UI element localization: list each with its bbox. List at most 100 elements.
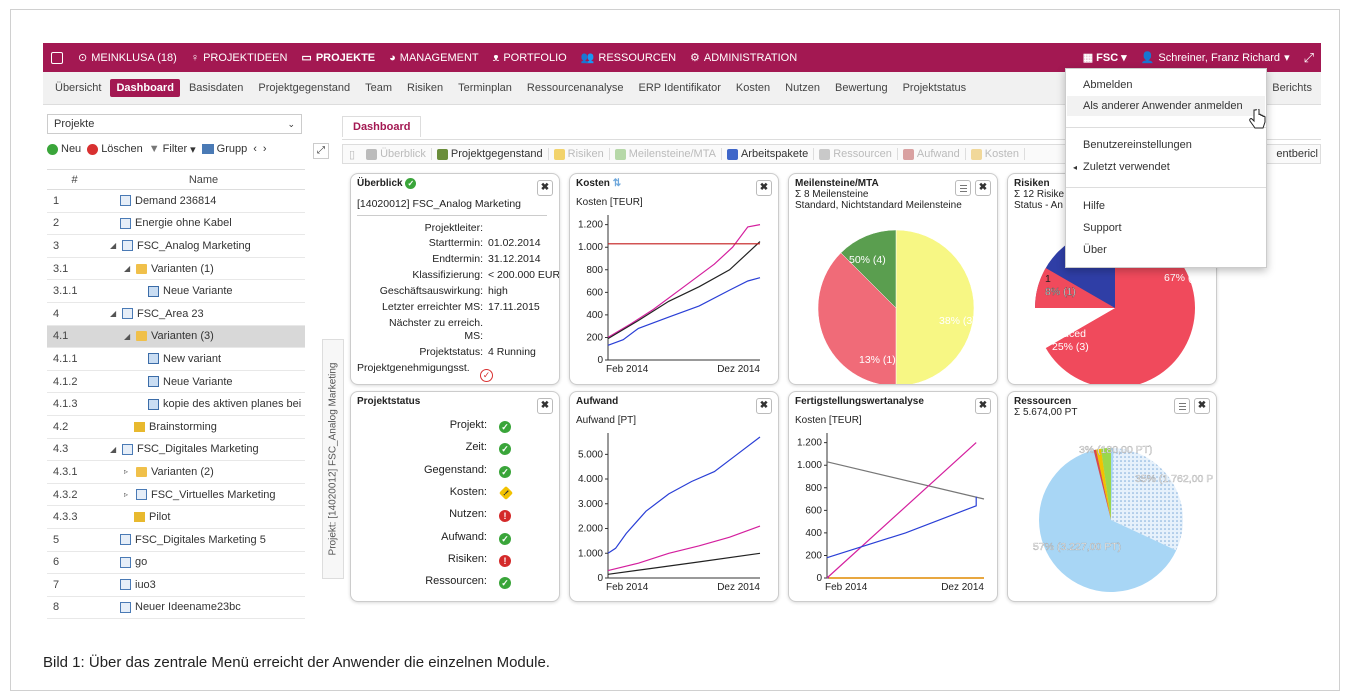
tree-row[interactable]: 4.1 ◢ Varianten (3) <box>47 325 305 349</box>
expanded-icon[interactable]: ◢ <box>124 332 132 341</box>
subnav-item-basisdaten[interactable]: Basisdaten <box>183 79 249 97</box>
status-row: Risiken:! <box>351 553 511 569</box>
subnav-item-nutzen[interactable]: Nutzen <box>779 79 826 97</box>
scroll-left-icon[interactable]: ‹ <box>253 143 257 155</box>
field-value: < 200.000 EUR <box>488 269 560 281</box>
subnav-item-terminplan[interactable]: Terminplan <box>452 79 518 97</box>
tab-dashboard[interactable]: Dashboard <box>342 116 422 137</box>
topnav-item-meinklusa-18-[interactable]: ⊙ MEINKLUSA (18) <box>71 51 184 65</box>
tree-row[interactable]: 8 Neuer Ideename23bc <box>47 597 305 620</box>
menu-item-benutzereinstellungen[interactable]: Benutzereinstellungen <box>1083 139 1192 151</box>
widget-toggle-kosten[interactable]: Kosten <box>966 148 1025 160</box>
widget-toggle-ressourcen[interactable]: Ressourcen <box>814 148 898 160</box>
topnav-item-management[interactable]: ◕ MANAGEMENT <box>382 52 486 64</box>
field-label: Projektleiter: <box>424 222 483 234</box>
pie-label-1b: 25% (3) <box>1052 341 1089 353</box>
warning-icon: ! <box>498 485 514 500</box>
widget-toggle--berblick[interactable]: Überblick <box>361 148 432 160</box>
subnav-item-bewertung[interactable]: Bewertung <box>829 79 894 97</box>
subnav-item-ressourcenanalyse[interactable]: Ressourcenanalyse <box>521 79 630 97</box>
new-button[interactable]: Neu <box>47 143 81 155</box>
tree-row[interactable]: 4.3 ◢ FSC_Digitales Marketing <box>47 439 305 462</box>
close-icon[interactable]: ✖ <box>537 398 553 414</box>
x-tick-label: Dez 2014 <box>941 582 984 593</box>
close-icon[interactable]: ✖ <box>537 180 553 196</box>
column-name: Name <box>188 173 219 186</box>
tree-row[interactable]: 2 Energie ohne Kabel <box>47 213 305 236</box>
topnav-item-projekte[interactable]: ▭ PROJEKTE <box>294 51 382 65</box>
topnav-item-ressourcen[interactable]: 👥 RESSOURCEN <box>574 51 683 65</box>
menu-item-ueber[interactable]: Über <box>1083 244 1107 256</box>
org-switch[interactable]: ▦ FSC ▾ <box>1076 51 1134 65</box>
tree-row[interactable]: 4.3.2 ▹ FSC_Virtuelles Marketing <box>47 484 305 507</box>
tree-row-label: FSC_Virtuelles Marketing <box>151 488 276 501</box>
project-icon <box>122 443 133 455</box>
tree-row[interactable]: 3.1.1 Neue Variante <box>47 280 305 303</box>
subnav-item--bersicht[interactable]: Übersicht <box>49 79 107 97</box>
topnav-item-projektideen[interactable]: ♀ PROJEKTIDEEN <box>184 52 295 64</box>
tree-row[interactable]: 4 ◢ FSC_Area 23 <box>47 303 305 326</box>
subnav-item-projektgegenstand[interactable]: Projektgegenstand <box>252 79 356 97</box>
field-value: 01.02.2014 <box>488 237 541 249</box>
tree-row[interactable]: 4.3.3 Pilot <box>47 506 305 529</box>
filter-button[interactable]: ▼ Filter ▾ <box>149 143 196 156</box>
menu-item-zuletzt-verwendet[interactable]: ◂ Zuletzt verwendet <box>1073 161 1170 173</box>
subnav-item-dashboard[interactable]: Dashboard <box>110 79 180 97</box>
tree-row[interactable]: 7 iuo3 <box>47 574 305 597</box>
scroll-right-icon[interactable]: › <box>263 143 267 155</box>
topnav-item-portfolio[interactable]: ᴥ PORTFOLIO <box>486 52 574 64</box>
collapsed-icon[interactable]: ▹ <box>124 467 132 476</box>
tree-row[interactable]: 4.1.1 New variant <box>47 348 305 371</box>
collapsed-icon[interactable]: ▹ <box>124 490 132 499</box>
menu-item-abmelden[interactable]: Abmelden <box>1083 79 1133 91</box>
field-value: 4 Running <box>488 346 536 358</box>
tree-row[interactable]: 5 FSC_Digitales Marketing 5 <box>47 529 305 552</box>
tree-row[interactable]: 3.1 ◢ Varianten (1) <box>47 258 305 281</box>
menu-item-support[interactable]: Support <box>1083 222 1122 234</box>
delete-button[interactable]: Löschen <box>87 143 143 155</box>
tree-row[interactable]: 3 ◢ FSC_Analog Marketing <box>47 235 305 258</box>
tree-row[interactable]: 1 Demand 236814 <box>47 190 305 213</box>
tree-row[interactable]: 4.2 Brainstorming <box>47 416 305 439</box>
expanded-icon[interactable]: ◢ <box>110 241 118 250</box>
menu-item-hilfe[interactable]: Hilfe <box>1083 200 1105 212</box>
tree-row[interactable]: 4.1.3 kopie des aktiven planes bei <box>47 393 305 416</box>
subnav-item-erp-identifikator[interactable]: ERP Identifikator <box>633 79 727 97</box>
widget-icon <box>970 148 982 160</box>
collapse-panel-button[interactable]: ⤢ <box>313 143 329 159</box>
expanded-icon[interactable]: ◢ <box>124 264 132 273</box>
widget-toggle-risiken[interactable]: Risiken <box>549 148 610 160</box>
tree-row[interactable]: 4.3.1 ▹ Varianten (2) <box>47 461 305 484</box>
project-vertical-tab[interactable]: Projekt: [14020012] FSC_Analog Marketing <box>322 339 344 579</box>
status-label: Ressourcen: <box>425 575 487 588</box>
widget-toggle-meilensteine-mta[interactable]: Meilensteine/MTA <box>610 148 722 160</box>
group-button[interactable]: Grupp <box>201 143 247 155</box>
topnav-item-administration[interactable]: ⚙ ADMINISTRATION <box>683 51 804 65</box>
widget-toggle-projektgegenstand[interactable]: Projektgegenstand <box>432 148 549 160</box>
expanded-icon[interactable]: ◢ <box>110 445 118 454</box>
widget-toggle-aufwand[interactable]: Aufwand <box>898 148 966 160</box>
home-button[interactable] <box>43 51 71 64</box>
overview-field: Starttermin: 01.02.2014 <box>351 237 559 251</box>
tree-row-label: Varianten (1) <box>151 262 214 275</box>
tree-row[interactable]: 4.1.2 Neue Variante <box>47 371 305 394</box>
y-tick-label: 0 <box>816 573 822 584</box>
subnav-item-projektstatus[interactable]: Projektstatus <box>897 79 973 97</box>
field-label: Geschäftsauswirkung: <box>379 285 483 297</box>
subnav-item-risiken[interactable]: Risiken <box>401 79 449 97</box>
tree-row[interactable]: 6 go <box>47 552 305 575</box>
widgetbar-trailing[interactable]: entbericl <box>1276 148 1318 160</box>
subnav-item-berichts[interactable]: Berichts <box>1266 79 1318 97</box>
widgetbar-left-icon[interactable]: ▯ <box>343 148 361 161</box>
menu-item-als-anderer-anwender[interactable]: Als anderer Anwender anmelden <box>1083 100 1243 112</box>
check-icon: ✓ <box>499 577 511 590</box>
widget-toggle-arbeitspakete[interactable]: Arbeitspakete <box>722 148 815 160</box>
project-type-select[interactable]: Projekte ⌄ <box>47 114 302 134</box>
field-value: 17.11.2015 <box>488 301 540 313</box>
project-icon <box>120 534 131 546</box>
subnav-item-team[interactable]: Team <box>359 79 398 97</box>
user-menu-toggle[interactable]: 👤 Schreiner, Franz Richard ▾ <box>1134 51 1297 65</box>
expand-icon[interactable]: ⤢ <box>1297 50 1321 66</box>
subnav-item-kosten[interactable]: Kosten <box>730 79 776 97</box>
expanded-icon[interactable]: ◢ <box>110 309 118 318</box>
